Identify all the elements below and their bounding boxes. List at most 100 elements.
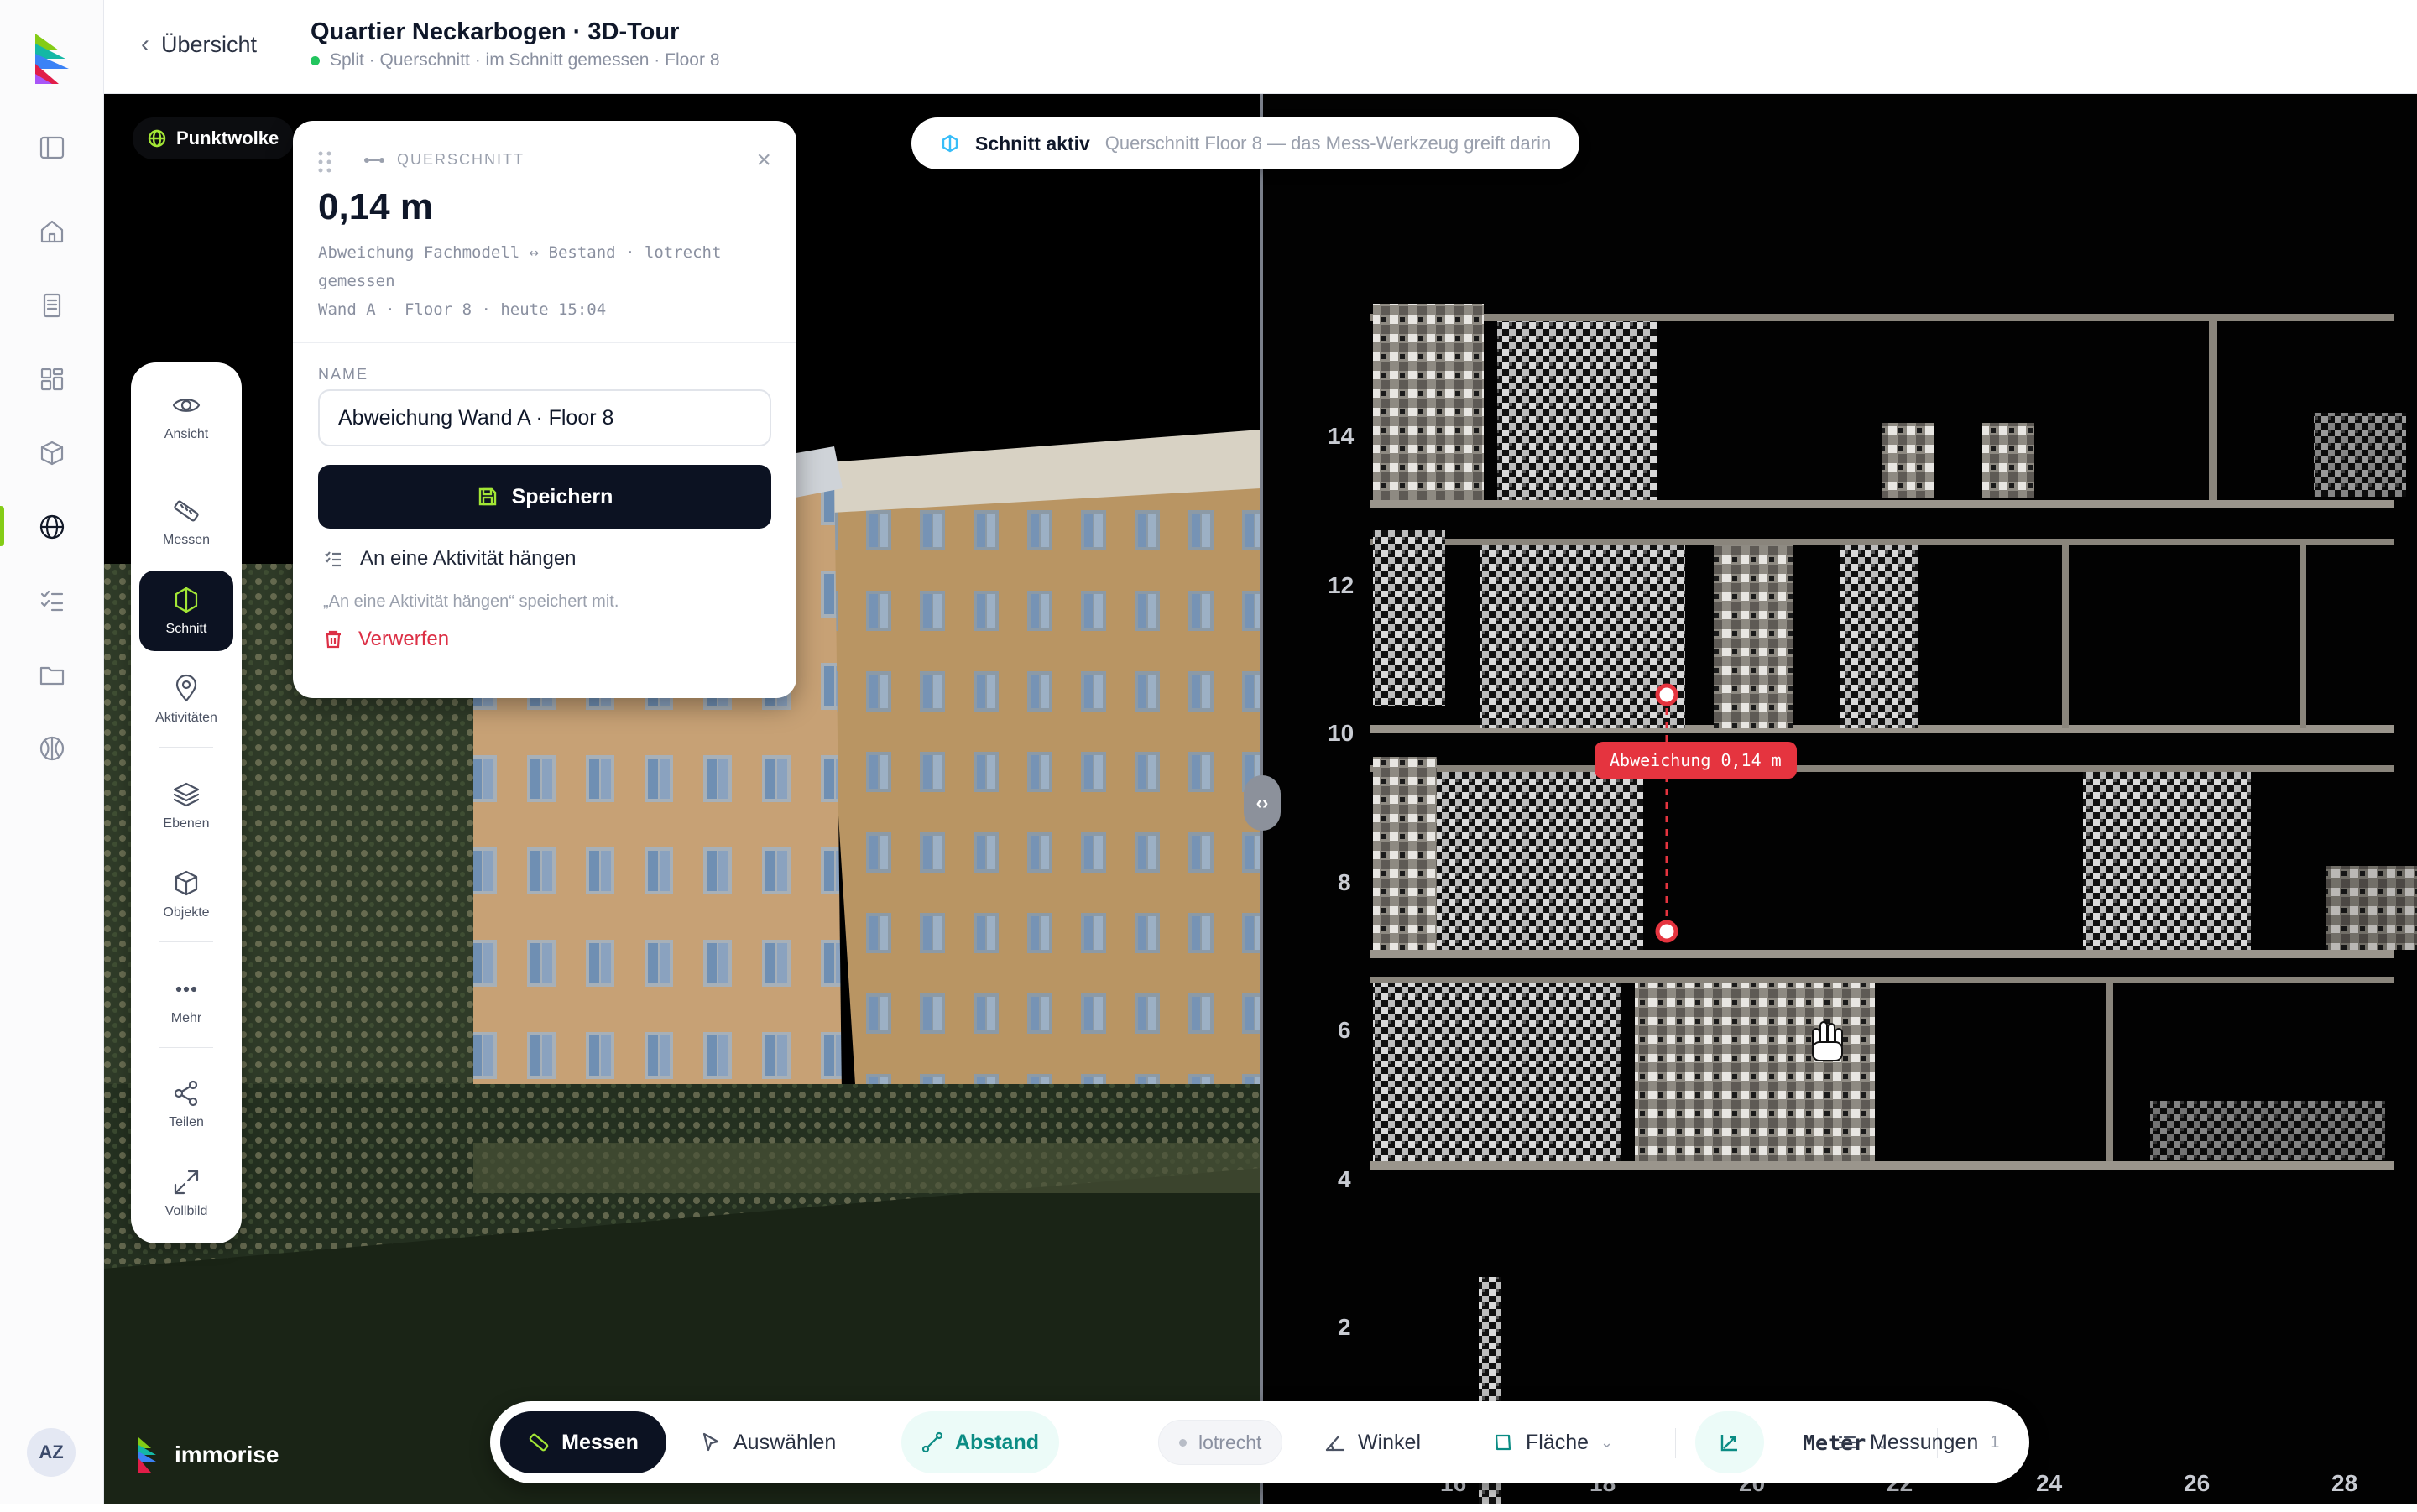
split-handle[interactable]: ‹› [1244,775,1281,831]
rail-active-indicator [0,506,4,546]
snap-toggle-button[interactable] [1695,1411,1764,1473]
discard-button[interactable]: Verwerfen [323,628,449,651]
attach-activity-button[interactable]: An eine Aktivität hängen [323,547,577,571]
brand-footer: immorise [138,1436,279,1473]
save-button[interactable]: Speichern [318,465,771,529]
folder-icon [39,666,65,686]
more-icon [175,986,197,993]
card-kind: QUERSCHNITT [363,151,525,169]
tool-activities[interactable]: Aktivitäten [139,660,233,740]
brand-logo-icon [138,1437,156,1473]
viewer[interactable]: 14 12 10 8 6 4 2 16 18 20 22 24 26 28 Ab… [104,94,2417,1504]
page-title: Quartier Neckarbogen · 3D-Tour [311,18,680,45]
tool-fullscreen-label: Vollbild [164,1204,208,1218]
tool-measure[interactable]: Messen [139,482,233,562]
y-axis-tick: 4 [1338,1166,1351,1192]
tool-layers[interactable]: Ebenen [139,765,233,846]
select-mode-button[interactable]: Auswählen [680,1411,856,1473]
section-active-subtitle: Querschnitt Floor 8 — das Mess-Werkzeug … [1104,133,1552,154]
tool-activities-label: Aktivitäten [155,711,217,725]
distance-tool-button[interactable]: Abstand [901,1411,1059,1473]
tool-view[interactable]: Ansicht [139,376,233,456]
back-link[interactable]: ‹ Übersicht [141,30,257,59]
axis-snap-icon [1720,1435,1737,1452]
tool-fullscreen[interactable]: Vollbild [139,1153,233,1233]
measurements-list-button[interactable]: Messungen 1 [1816,1411,2019,1473]
point-cloud-badge-label: Punktwolke [176,128,279,149]
basketball-icon [39,736,65,761]
angle-tool-button[interactable]: Winkel [1304,1411,1441,1473]
measure-line-icon [364,157,384,163]
toolbar-separator [1675,1428,1676,1458]
rail-home-button[interactable] [30,210,74,253]
distance-icon [921,1431,943,1453]
eye-icon [172,399,201,412]
pin-icon [175,674,197,702]
tool-share[interactable]: Teilen [139,1064,233,1144]
tool-share-label: Teilen [169,1115,204,1129]
measurement-meta: Wand A · Floor 8 · heute 15:04 [318,300,607,319]
area-icon [1495,1434,1511,1451]
rail-files-button[interactable] [30,653,74,696]
share-icon [174,1080,198,1107]
checklist-icon [325,551,341,567]
tool-objects[interactable]: Objekte [139,854,233,935]
page-subtitle: Split · Querschnitt · im Schnitt gemesse… [311,50,720,70]
tool-layers-label: Ebenen [163,816,210,831]
y-axis-tick: 8 [1338,869,1351,895]
split-handle-icon: ‹› [1255,792,1269,813]
y-axis-tick: 2 [1338,1314,1351,1340]
attach-hint: „An eine Aktivität hängen“ speichert mit… [323,592,619,611]
measurements-list-label: Messungen [1870,1430,1979,1454]
name-label: NAME [318,366,369,383]
tool-measure-label: Messen [162,533,211,547]
trash-icon [326,630,341,649]
document-icon [43,293,61,318]
rail-sports-button[interactable] [30,727,74,770]
section-measurement-card: QUERSCHNITT × 0,14 m Abweichung Fachmode… [293,121,796,698]
drag-handle-icon[interactable] [316,149,333,175]
section-view[interactable] [1261,94,2417,1504]
list-icon [1838,1436,1856,1449]
plumb-dot-icon [1179,1438,1187,1447]
globe-icon [148,129,166,148]
tool-section-label: Schnitt [165,622,207,636]
page-subtitle-text: Split · Querschnitt · im Schnitt gemesse… [330,50,720,70]
layers-icon [173,782,200,807]
section-active-chip[interactable]: Schnitt aktiv Querschnitt Floor 8 — das … [911,117,1580,169]
tool-separator [159,941,213,942]
status-dot-icon [311,55,320,65]
measurement-description: Abweichung Fachmodell ↔ Bestand · lotrec… [318,243,722,290]
brand-name: immorise [175,1442,279,1468]
area-tool-label: Fläche [1526,1430,1590,1454]
sidebar-toggle-icon [39,136,65,159]
measure-mode-button[interactable]: Messen [500,1411,666,1473]
rail-documents-button[interactable] [30,284,74,327]
area-tool-button[interactable]: Fläche ⌄ [1472,1411,1633,1473]
name-input[interactable] [318,389,771,446]
close-icon[interactable]: × [756,146,771,175]
rail-3d-tour-button[interactable] [30,505,74,549]
brand-logo-icon [35,34,69,84]
distance-tool-label: Abstand [955,1430,1039,1454]
user-avatar[interactable]: AZ [27,1428,76,1477]
plumb-toggle-label: lotrecht [1198,1431,1262,1453]
plumb-toggle[interactable]: lotrecht [1158,1420,1283,1465]
tool-separator [159,1047,213,1048]
rail-models-button[interactable] [30,431,74,475]
angle-tool-label: Winkel [1358,1430,1422,1454]
sidebar-toggle-button[interactable] [30,126,74,169]
y-axis-tick: 10 [1328,720,1355,746]
deviation-label[interactable]: Abweichung 0,14 m [1595,742,1797,779]
y-axis-tick: 6 [1338,1017,1351,1043]
x-axis-tick: 28 [2331,1470,2358,1496]
tool-section[interactable]: Schnitt [139,571,233,651]
angle-icon [1325,1435,1345,1452]
tool-objects-label: Objekte [163,905,210,920]
rail-tasks-button[interactable] [30,579,74,623]
y-axis-tick: 14 [1328,423,1355,449]
rail-dashboard-button[interactable] [30,357,74,401]
tool-more[interactable]: Mehr [139,960,233,1040]
measurements-count: 1 [1990,1432,2000,1452]
tool-separator [159,747,213,748]
